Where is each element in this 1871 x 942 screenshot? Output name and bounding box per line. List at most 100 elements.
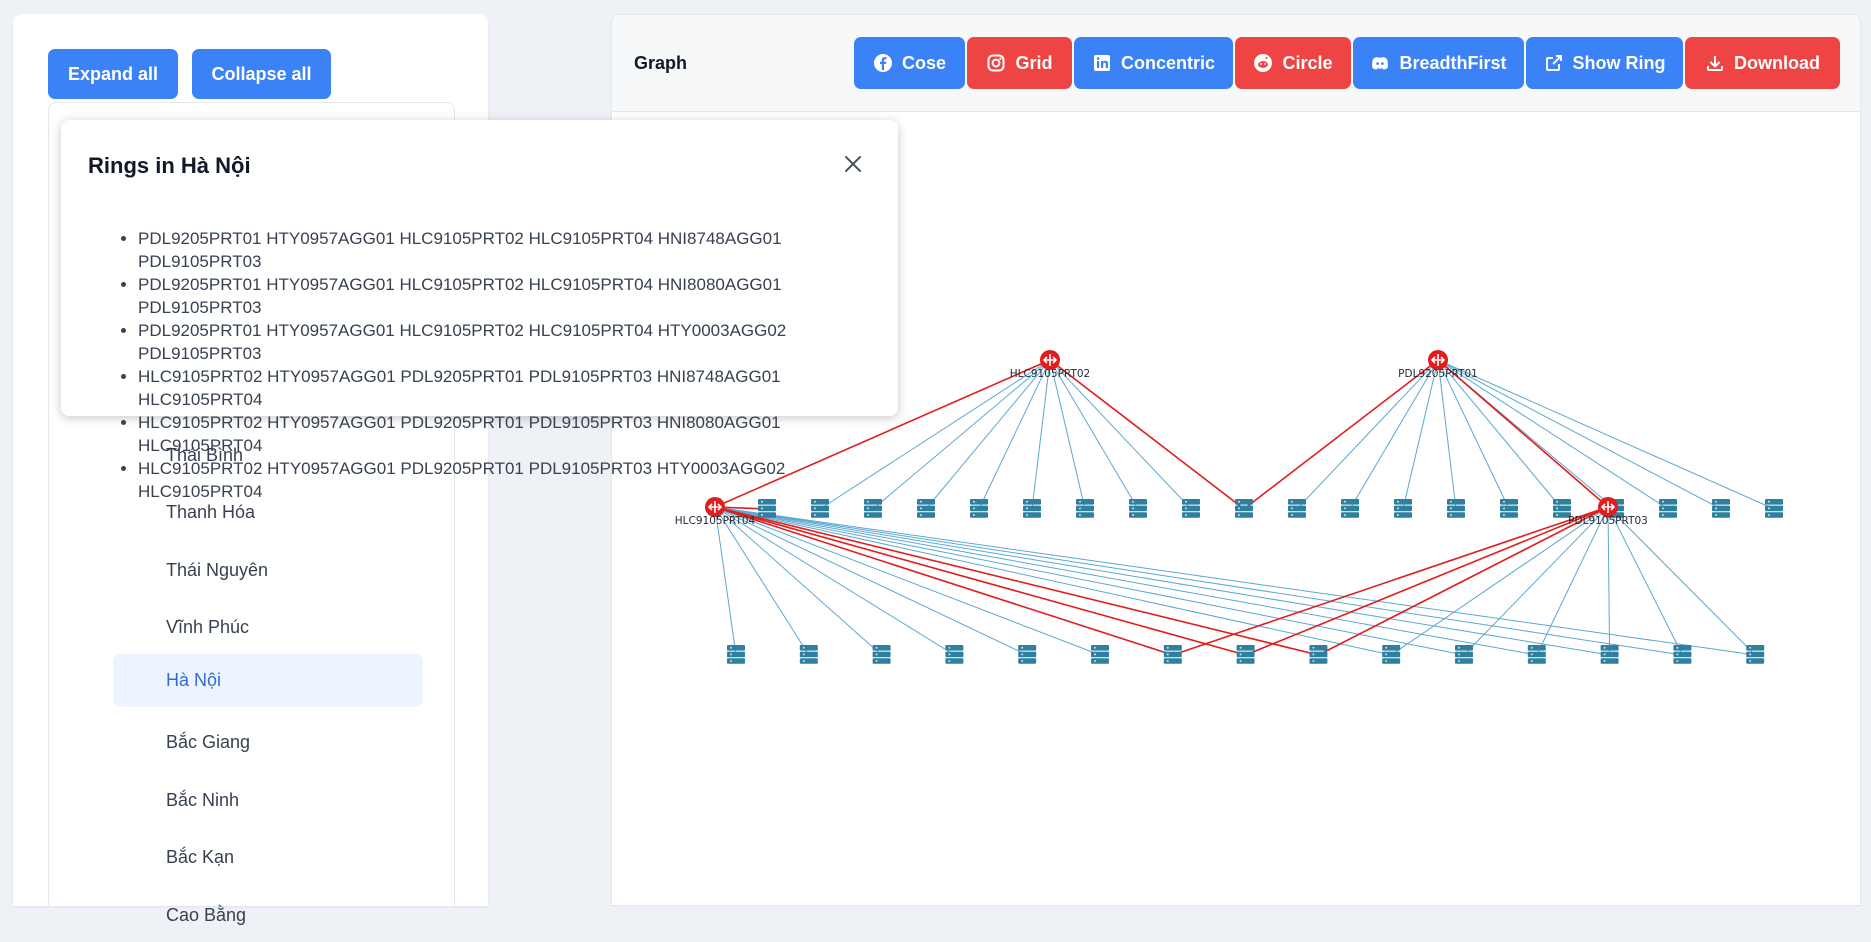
graph-edge: [1607, 506, 1683, 656]
graph-edge: [1437, 359, 1722, 510]
grid-button[interactable]: Grid: [967, 37, 1072, 89]
server-node[interactable]: [1023, 499, 1041, 518]
server-node[interactable]: [1673, 645, 1692, 664]
server-node[interactable]: [1600, 645, 1619, 664]
graph-edge: [714, 506, 1610, 656]
server-node[interactable]: [1309, 645, 1328, 664]
server-node[interactable]: [1288, 499, 1306, 518]
graph-edge: [1349, 359, 1439, 510]
tree-item-thai-nguyen[interactable]: Thái Nguyên: [113, 544, 423, 597]
breadthfirst-button[interactable]: BreadthFirst: [1353, 37, 1524, 89]
graph-edge: [978, 359, 1051, 510]
ring-item: HLC9105PRT02 HTY0957AGG01 PDL9205PRT01 P…: [138, 411, 898, 457]
server-node[interactable]: [1746, 645, 1765, 664]
graph-edge: [1049, 359, 1192, 510]
graph-edge: [714, 506, 955, 656]
server-node[interactable]: [1018, 645, 1037, 664]
ring-item: HLC9105PRT02 HTY0957AGG01 PDL9205PRT01 P…: [138, 365, 898, 411]
rings-modal: Rings in Hà Nội PDL9205PRT01 HTY0957AGG0…: [61, 120, 898, 501]
graph-edge: [714, 506, 1683, 656]
ring-list: PDL9205PRT01 HTY0957AGG01 HLC9105PRT02 H…: [88, 227, 898, 503]
modal-title: Rings in Hà Nội: [88, 153, 251, 178]
graph-edge: [1296, 359, 1439, 510]
server-node[interactable]: [1341, 499, 1359, 518]
router-label: HLC9105PRT04: [675, 515, 756, 527]
router-label: HLC9105PRT02: [1010, 368, 1090, 380]
breadthfirst-label: BreadthFirst: [1399, 52, 1507, 73]
server-node[interactable]: [1765, 499, 1783, 518]
server-node[interactable]: [970, 499, 988, 518]
graph-edge: [872, 359, 1051, 510]
tree-item-cao-bang[interactable]: Cao Bằng: [113, 889, 423, 942]
graph-edge: [1390, 506, 1609, 656]
grid-label: Grid: [1015, 52, 1053, 73]
graph-edge: [1437, 359, 1457, 510]
tree-item-bac-giang[interactable]: Bắc Giang: [113, 716, 423, 769]
server-node[interactable]: [1659, 499, 1677, 518]
graph-edge: [1049, 359, 1139, 510]
server-node[interactable]: [1129, 499, 1147, 518]
circle-label: Circle: [1282, 52, 1333, 73]
server-node[interactable]: [1527, 645, 1546, 664]
tree-item-vinh-phuc[interactable]: Vĩnh Phúc: [113, 601, 423, 654]
router-label: PDL9105PRT03: [1568, 515, 1648, 527]
server-node[interactable]: [872, 645, 891, 664]
graph-edge: [1607, 506, 1611, 656]
graph-edge: [925, 359, 1051, 510]
router-node[interactable]: PDL9105PRT03: [1568, 497, 1648, 527]
ring-edge: [714, 506, 1174, 656]
close-icon[interactable]: [839, 150, 867, 178]
graph-edge: [714, 506, 1392, 656]
server-node[interactable]: [727, 645, 745, 664]
server-node[interactable]: [1455, 645, 1473, 664]
concentric-label: Concentric: [1120, 52, 1216, 73]
collapse-all-button[interactable]: Collapse all: [192, 49, 331, 99]
graph-edge: [1031, 359, 1051, 510]
ring-item: PDL9205PRT01 HTY0957AGG01 HLC9105PRT02 H…: [138, 273, 898, 319]
server-node[interactable]: [1235, 499, 1253, 518]
cose-button[interactable]: Cose: [854, 37, 965, 89]
download-label: Download: [1734, 52, 1820, 73]
server-node[interactable]: [1447, 499, 1465, 518]
download-button[interactable]: Download: [1685, 37, 1840, 89]
server-node[interactable]: [1236, 645, 1255, 664]
router-node[interactable]: HLC9105PRT02: [1010, 350, 1090, 380]
router-label: PDL9205PRT01: [1398, 368, 1478, 380]
server-node[interactable]: [917, 499, 935, 518]
ring-item: PDL9205PRT01 HTY0957AGG01 HLC9105PRT02 H…: [138, 227, 898, 273]
server-node[interactable]: [1500, 499, 1518, 518]
server-node[interactable]: [1382, 645, 1401, 664]
instagram-icon: [987, 54, 1005, 72]
concentric-button[interactable]: Concentric: [1074, 37, 1233, 89]
tree-item-bac-kan[interactable]: Bắc Kạn: [113, 831, 423, 884]
server-node[interactable]: [945, 645, 964, 664]
circle-button[interactable]: Circle: [1235, 37, 1351, 89]
server-node[interactable]: [1394, 499, 1412, 518]
graph-edge: [714, 506, 882, 656]
graph-edge: [1437, 359, 1510, 510]
graph-edge: [714, 506, 737, 656]
server-node[interactable]: [1076, 499, 1094, 518]
tree-item-bac-ninh[interactable]: Bắc Ninh: [113, 774, 423, 827]
server-node[interactable]: [1163, 645, 1182, 664]
linkedin-icon: [1093, 55, 1110, 71]
server-node[interactable]: [799, 645, 818, 664]
expand-all-button[interactable]: Expand all: [48, 49, 178, 99]
ring-item: HLC9105PRT02 HTY0957AGG01 PDL9205PRT01 P…: [138, 457, 898, 503]
graph-edge: [1437, 359, 1669, 510]
external-link-icon: [1545, 55, 1562, 71]
facebook-icon: [873, 54, 892, 72]
ring-edge: [1437, 359, 1609, 508]
tree-item-ha-noi[interactable]: Hà Nội: [113, 654, 423, 707]
server-node[interactable]: [1182, 499, 1200, 518]
router-node[interactable]: PDL9205PRT01: [1398, 350, 1478, 380]
server-node[interactable]: [1091, 645, 1109, 664]
graph-edge: [714, 506, 1537, 656]
ring-edge: [1245, 506, 1609, 656]
server-node[interactable]: [1712, 499, 1730, 518]
graph-edge: [714, 506, 1101, 656]
reddit-icon: [1254, 54, 1273, 72]
show-ring-button[interactable]: Show Ring: [1526, 37, 1683, 89]
cose-label: Cose: [901, 52, 946, 73]
graph-edge: [1607, 506, 1756, 656]
